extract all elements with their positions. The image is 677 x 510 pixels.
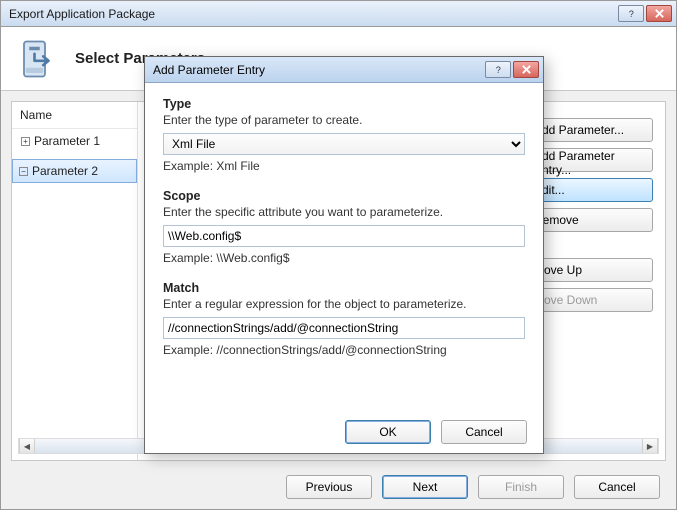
scope-label: Scope <box>163 189 525 203</box>
wizard-footer: Previous Next Finish Cancel <box>1 465 676 509</box>
expand-icon[interactable]: + <box>21 137 30 146</box>
edit-button[interactable]: Edit... <box>525 178 653 202</box>
scroll-right-icon[interactable]: ▶ <box>642 439 658 453</box>
dialog-titlebar: Add Parameter Entry ? <box>145 57 543 83</box>
previous-button[interactable]: Previous <box>286 475 372 499</box>
type-label: Type <box>163 97 525 111</box>
match-desc: Enter a regular expression for the objec… <box>163 297 525 311</box>
dialog-title: Add Parameter Entry <box>153 63 265 77</box>
tree-header-name: Name <box>12 102 137 129</box>
tree-item-label: Parameter 1 <box>34 134 100 148</box>
scroll-left-icon[interactable]: ◀ <box>19 439 35 453</box>
type-group: Type Enter the type of parameter to crea… <box>163 97 525 173</box>
dialog-body: Type Enter the type of parameter to crea… <box>145 83 543 411</box>
scope-input[interactable] <box>163 225 525 247</box>
wizard-titlebar: Export Application Package ? <box>1 1 676 27</box>
collapse-icon[interactable]: − <box>19 167 28 176</box>
dialog-cancel-button[interactable]: Cancel <box>441 420 527 444</box>
help-icon[interactable]: ? <box>485 61 511 78</box>
add-parameter-entry-dialog: Add Parameter Entry ? Type Enter the typ… <box>144 56 544 454</box>
package-icon <box>17 38 59 80</box>
tree-item-parameter-2[interactable]: − Parameter 2 <box>12 159 137 183</box>
svg-text:?: ? <box>495 65 500 75</box>
remove-button[interactable]: Remove <box>525 208 653 232</box>
dialog-footer: OK Cancel <box>145 411 543 453</box>
type-select[interactable]: Xml File <box>163 133 525 155</box>
add-parameter-entry-button[interactable]: Add Parameter Entry... <box>525 148 653 172</box>
ok-button[interactable]: OK <box>345 420 431 444</box>
finish-button[interactable]: Finish <box>478 475 564 499</box>
match-label: Match <box>163 281 525 295</box>
type-desc: Enter the type of parameter to create. <box>163 113 525 127</box>
type-example: Example: Xml File <box>163 159 525 173</box>
scope-group: Scope Enter the specific attribute you w… <box>163 189 525 265</box>
scope-desc: Enter the specific attribute you want to… <box>163 205 525 219</box>
match-example: Example: //connectionStrings/add/@connec… <box>163 343 525 357</box>
help-icon[interactable]: ? <box>618 5 644 22</box>
match-group: Match Enter a regular expression for the… <box>163 281 525 357</box>
wizard-title: Export Application Package <box>9 7 155 21</box>
next-button[interactable]: Next <box>382 475 468 499</box>
close-icon[interactable] <box>513 61 539 78</box>
tree-item-label: Parameter 2 <box>32 164 98 178</box>
close-icon[interactable] <box>646 5 672 22</box>
command-column: Add Parameter... Add Parameter Entry... … <box>525 118 653 312</box>
scope-example: Example: \\Web.config$ <box>163 251 525 265</box>
move-up-button[interactable]: Move Up <box>525 258 653 282</box>
cancel-button[interactable]: Cancel <box>574 475 660 499</box>
add-parameter-button[interactable]: Add Parameter... <box>525 118 653 142</box>
move-down-button[interactable]: Move Down <box>525 288 653 312</box>
svg-text:?: ? <box>628 9 633 19</box>
tree-item-parameter-1[interactable]: + Parameter 1 <box>12 129 137 153</box>
parameter-tree: Name + Parameter 1 − Parameter 2 <box>12 102 138 460</box>
match-input[interactable] <box>163 317 525 339</box>
